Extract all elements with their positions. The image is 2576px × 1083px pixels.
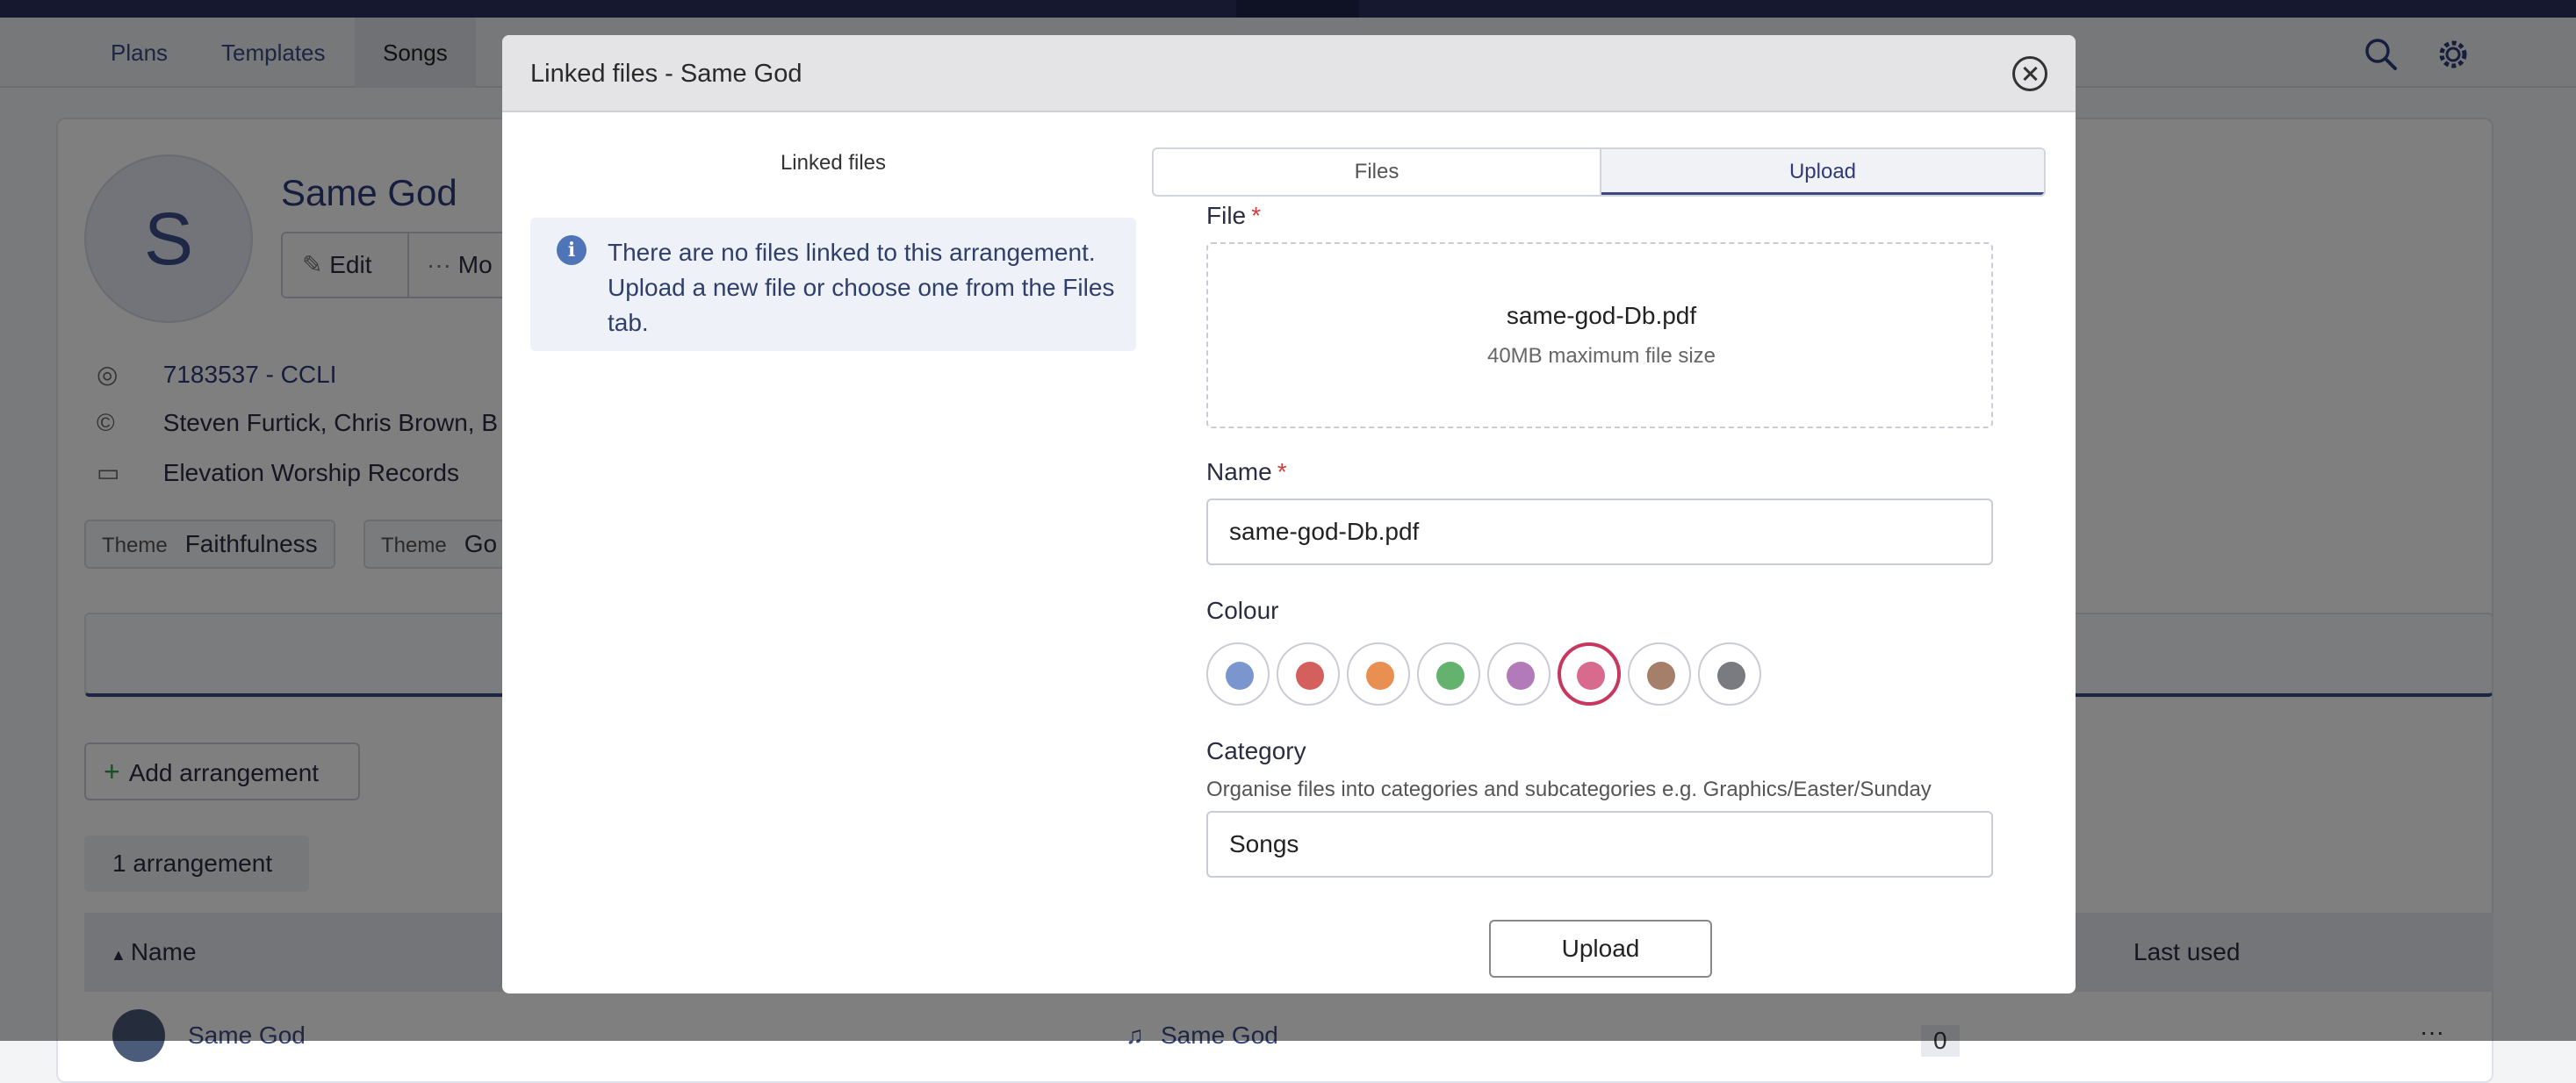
modal-header: Linked files - Same God xyxy=(502,35,2076,112)
colour-swatch-pink-selected[interactable] xyxy=(1558,642,1621,706)
colour-dot xyxy=(1647,662,1675,690)
info-icon: i xyxy=(557,235,586,265)
colour-swatch-grey[interactable] xyxy=(1698,642,1761,706)
info-text: There are no files linked to this arrang… xyxy=(608,239,1115,336)
modal-tabs: Files Upload xyxy=(1152,147,2046,197)
colour-dot xyxy=(1226,662,1254,690)
colour-label: Colour xyxy=(1206,597,1279,624)
tab-upload[interactable]: Upload xyxy=(1601,149,2044,195)
required-marker: * xyxy=(1251,202,1262,229)
colour-swatch-orange[interactable] xyxy=(1347,642,1410,706)
close-icon[interactable] xyxy=(2012,56,2047,91)
colour-dot xyxy=(1507,662,1535,690)
name-label-text: Name xyxy=(1206,458,1272,485)
required-marker: * xyxy=(1277,458,1287,485)
linked-files-heading: Linked files xyxy=(780,151,887,175)
file-label-text: File xyxy=(1206,202,1247,229)
name-input[interactable] xyxy=(1206,498,1993,565)
colour-swatch-green[interactable] xyxy=(1417,642,1480,706)
colour-swatch-purple[interactable] xyxy=(1487,642,1551,706)
colour-dot xyxy=(1577,662,1605,690)
linked-files-modal: Linked files - Same God Linked files i T… xyxy=(502,35,2076,993)
colour-dot xyxy=(1366,662,1394,690)
name-label: Name * xyxy=(1206,458,1287,486)
colour-swatch-blue[interactable] xyxy=(1206,642,1270,706)
upload-button[interactable]: Upload xyxy=(1489,920,1712,978)
colour-swatch-red[interactable] xyxy=(1277,642,1340,706)
file-dropzone[interactable]: same-god-Db.pdf 40MB maximum file size xyxy=(1206,242,1993,428)
colour-dot xyxy=(1436,662,1464,690)
file-label: File * xyxy=(1206,202,1261,230)
colour-dot xyxy=(1296,662,1324,690)
info-alert: i There are no files linked to this arra… xyxy=(530,218,1136,351)
modal-title: Linked files - Same God xyxy=(530,60,802,88)
colour-dot xyxy=(1717,662,1745,690)
selected-file-name: same-god-Db.pdf xyxy=(1506,302,1697,329)
colour-swatch-brown[interactable] xyxy=(1628,642,1691,706)
file-size-hint: 40MB maximum file size xyxy=(1486,344,1716,368)
category-hint: Organise files into categories and subca… xyxy=(1206,778,1932,801)
category-label: Category xyxy=(1206,737,1306,764)
tab-files[interactable]: Files xyxy=(1154,149,1600,195)
category-input[interactable] xyxy=(1206,811,1993,878)
